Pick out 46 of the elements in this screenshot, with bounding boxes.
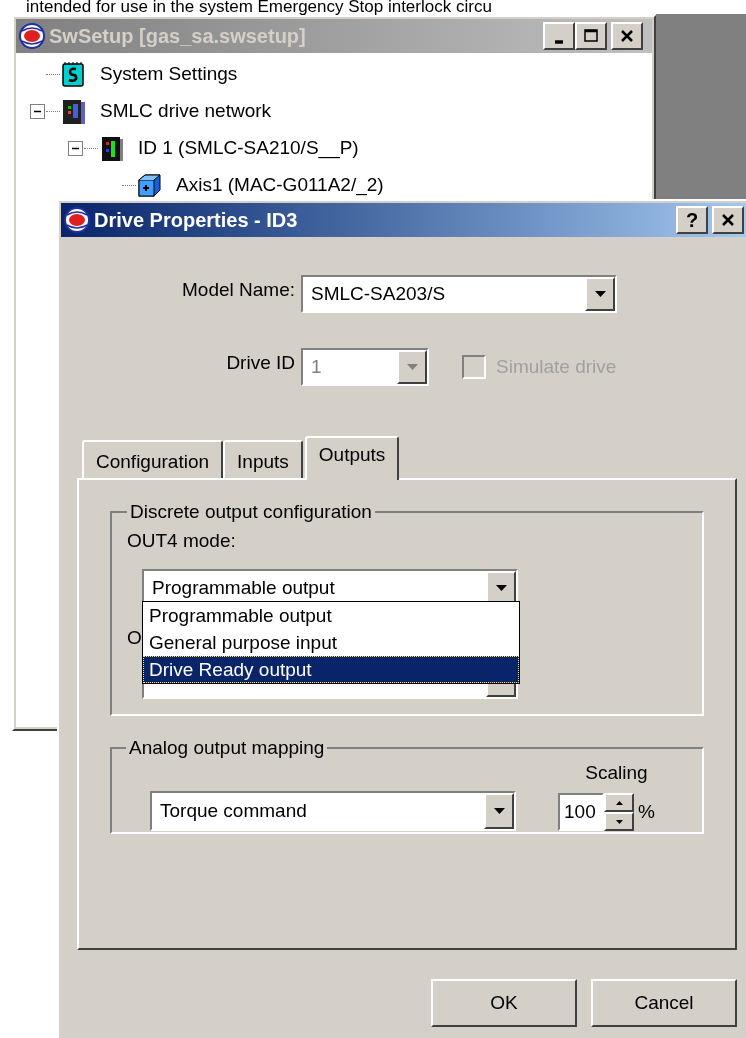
unit-label: %	[638, 799, 655, 824]
group-title: Discrete output configuration	[129, 500, 373, 524]
tree-item[interactable]: Axis1 (MAC-G011A2/_2)	[176, 171, 384, 200]
field-label: Model Name:	[181, 277, 296, 302]
cabinet-icon	[60, 97, 88, 126]
collapse-toggle[interactable]	[67, 141, 83, 156]
scaling-input[interactable]: 100	[558, 793, 604, 831]
analog-output-dropdown[interactable]: Torque command	[150, 791, 516, 831]
field-label: O	[127, 626, 142, 650]
dialog-button[interactable]: Cancel	[591, 979, 737, 1027]
app-logo-icon	[19, 23, 45, 49]
caret-icon	[594, 291, 606, 297]
close-button[interactable]	[611, 22, 643, 50]
spin-button[interactable]	[604, 793, 634, 831]
tree-item[interactable]: ID 1 (SMLC-SA210/S__P)	[138, 134, 359, 163]
up-arrow-icon	[615, 800, 623, 805]
maximize-icon	[582, 27, 600, 45]
drive-id-dropdown: 1	[301, 348, 429, 386]
tree-item[interactable]: SMLC drive network	[100, 97, 272, 126]
app-logo-icon	[64, 207, 90, 233]
minimize-icon	[555, 40, 563, 44]
field-label: Drive ID	[225, 350, 296, 375]
dropdown-option[interactable]: General purpose input	[143, 628, 519, 656]
minimize-button[interactable]	[543, 22, 575, 50]
dropdown-option[interactable]: Drive Ready output	[143, 655, 519, 683]
body-text: intended for use in the system Emergency Stop interlock circu	[26, 0, 492, 14]
field-label: OUT4 mode:	[127, 528, 236, 553]
collapse-toggle[interactable]	[29, 104, 45, 119]
maximize-button[interactable]	[575, 22, 607, 50]
caret-icon	[406, 364, 418, 370]
help-button[interactable]: ?	[676, 206, 708, 234]
window-title: SwSetup [gas_sa.swsetup]	[49, 24, 307, 49]
window-title: Drive Properties - ID3	[94, 208, 299, 233]
dialog-button[interactable]: OK	[431, 979, 577, 1027]
tree-item[interactable]: System Settings	[100, 60, 238, 89]
caret-icon	[493, 808, 505, 814]
down-arrow-icon	[615, 819, 623, 824]
field-label: Scaling	[585, 760, 648, 785]
caret-icon	[495, 585, 507, 591]
group-title: Analog output mapping	[128, 736, 326, 760]
tab[interactable]: Outputs	[304, 436, 400, 480]
model-name-dropdown[interactable]: SMLC-SA203/S	[301, 275, 617, 313]
close-button[interactable]	[712, 206, 744, 234]
tab[interactable]: Configuration	[82, 440, 224, 478]
cube-icon	[136, 171, 164, 200]
tab[interactable]: Inputs	[223, 440, 303, 478]
